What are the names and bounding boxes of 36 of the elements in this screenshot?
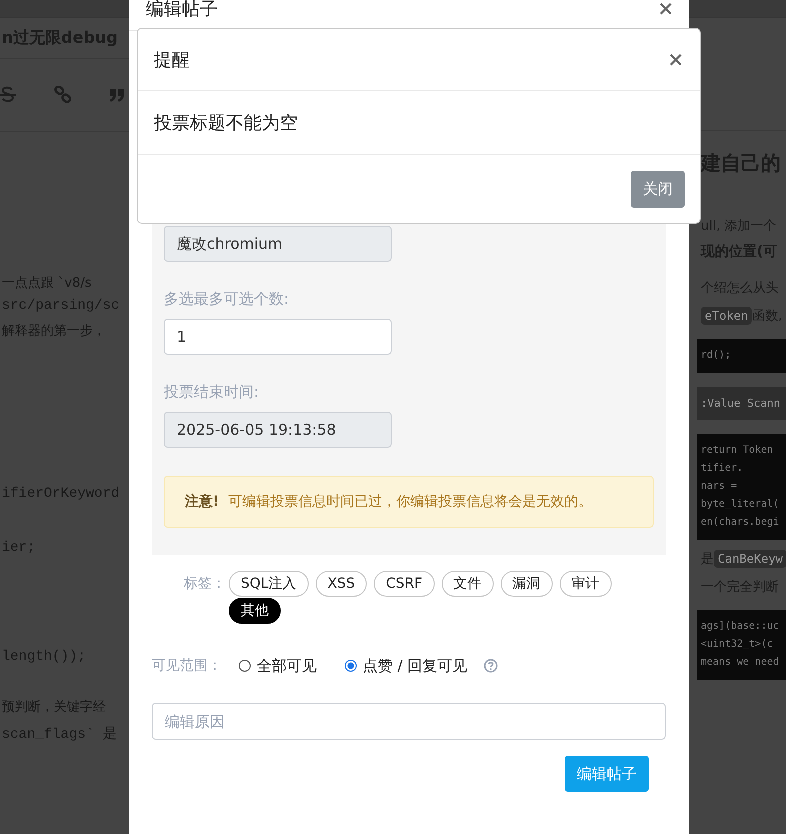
code-line: return Token <box>701 444 774 458</box>
code-line: byte_literal( <box>701 498 780 512</box>
tag-chip[interactable]: 审计 <box>560 571 612 597</box>
radio-label[interactable]: 全部可见 <box>257 656 317 676</box>
inline-code: CanBeKeyw <box>714 550 786 568</box>
code-line: en(chars.begi <box>701 516 780 530</box>
tag-chip[interactable]: XSS <box>316 571 368 597</box>
tag-chip[interactable]: CSRF <box>374 571 435 597</box>
code-line: means we need <box>701 656 780 670</box>
code-line: rd(); <box>701 349 732 363</box>
tag-chip[interactable]: 其他 <box>229 598 281 624</box>
code-line: <uint32_t>(c <box>701 638 774 652</box>
code-snippet: :Value Scann <box>697 387 786 420</box>
inline-code: eToken <box>701 307 752 325</box>
radio-button[interactable] <box>345 660 357 672</box>
modal-title: 编辑帖子 <box>146 0 218 21</box>
tag-chip[interactable]: 文件 <box>442 571 494 597</box>
tag-chip[interactable]: 漏洞 <box>500 571 553 597</box>
tags-label: 标签： <box>184 575 226 594</box>
max-choices-field[interactable]: 1 <box>164 319 392 355</box>
radio-button[interactable] <box>239 660 251 672</box>
help-icon[interactable] <box>484 659 498 673</box>
code-line: nars = <box>701 480 738 494</box>
edit-reason-field[interactable]: 编辑原因 <box>152 703 666 740</box>
dialog-title: 提醒 <box>154 48 190 72</box>
field-label: 投票结束时间: <box>164 383 260 402</box>
close-icon[interactable] <box>660 3 672 15</box>
code-line: tifier. <box>701 462 744 476</box>
code-line: ags](base::uc <box>701 620 780 634</box>
field-label: 多选最多可选个数: <box>164 290 290 309</box>
visibility-label: 可见范围： <box>152 657 222 676</box>
radio-label[interactable]: 点赞 / 回复可见 <box>363 656 468 676</box>
tag-chip[interactable]: SQL注入 <box>229 571 309 597</box>
close-icon[interactable] <box>670 54 682 66</box>
warning-text: 注意! 可编辑投票信息时间已过，你编辑投票信息将会是无效的。 <box>185 494 592 510</box>
dialog-message: 投票标题不能为空 <box>154 112 298 134</box>
